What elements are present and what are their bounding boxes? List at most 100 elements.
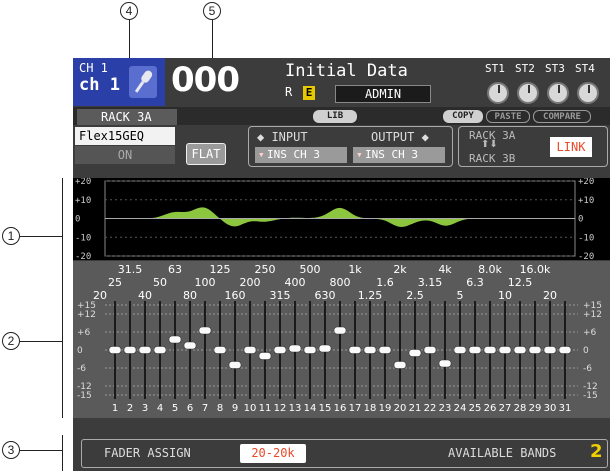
band-number: 3 xyxy=(142,403,148,414)
band-number: 11 xyxy=(259,403,272,414)
band-number: 25 xyxy=(469,403,482,414)
freq-label-row2: 25 xyxy=(108,276,122,289)
scene-title[interactable]: Initial Data xyxy=(285,61,408,81)
freq-label-row3: 40 xyxy=(138,289,152,302)
output-label-text: OUTPUT xyxy=(371,130,415,144)
band-number: 12 xyxy=(274,403,287,414)
fader-y-label-left: +6 xyxy=(77,328,91,338)
fader-knob[interactable] xyxy=(303,346,317,354)
fader-knob[interactable] xyxy=(363,346,377,354)
band-number: 9 xyxy=(232,403,238,414)
band-number: 13 xyxy=(289,403,302,414)
st4-knob[interactable] xyxy=(577,82,599,104)
fader-y-label-right: +6 xyxy=(583,328,597,338)
fader-knob[interactable] xyxy=(468,346,482,354)
compare-button[interactable]: COMPARE xyxy=(533,110,591,123)
library-button[interactable]: LIB xyxy=(313,110,357,123)
fader-knob[interactable] xyxy=(558,346,572,354)
callout-1: 1 xyxy=(2,227,20,245)
freq-label-row2: 3.15 xyxy=(418,276,443,289)
band-number: 28 xyxy=(514,403,527,414)
st2-knob[interactable] xyxy=(517,82,539,104)
user-name[interactable]: ADMIN xyxy=(335,85,431,103)
fader-knob[interactable] xyxy=(288,344,302,353)
band-number: 15 xyxy=(319,403,332,414)
copy-button[interactable]: COPY xyxy=(443,110,483,123)
band-number: 2 xyxy=(127,403,133,414)
band-number: 18 xyxy=(364,403,377,414)
freq-label-row2: 100 xyxy=(195,276,216,289)
flat-button[interactable]: FLAT xyxy=(186,143,226,165)
scene-number[interactable]: 000 xyxy=(171,60,240,100)
input-select[interactable]: INS CH 3 xyxy=(255,147,347,163)
band-number: 22 xyxy=(424,403,437,414)
band-number: 4 xyxy=(157,403,163,414)
tab-rack-3a[interactable]: RACK 3A xyxy=(77,109,177,125)
fader-knob[interactable] xyxy=(153,346,167,354)
freq-label-row3: 630 xyxy=(315,289,336,302)
fader-assign-label: FADER ASSIGN xyxy=(104,446,191,460)
band-number: 6 xyxy=(187,403,193,414)
fader-y-label-right: -6 xyxy=(583,364,592,374)
freq-label-row3: 315 xyxy=(270,289,291,302)
input-label-text: INPUT xyxy=(271,130,308,144)
fader-knob[interactable] xyxy=(213,346,227,354)
channel-select[interactable]: CH 1 ch 1 xyxy=(73,58,165,106)
output-select[interactable]: INS CH 3 xyxy=(353,147,445,163)
input-label: ◆ INPUT xyxy=(257,130,308,144)
fader-y-label-right: +12 xyxy=(583,310,602,320)
insert-io-panel: ◆ INPUT OUTPUT ◆ INS CH 3 INS CH 3 xyxy=(248,126,453,167)
st1-knob[interactable] xyxy=(487,82,509,104)
callout-5: 5 xyxy=(203,2,221,20)
fader-knob[interactable] xyxy=(108,346,122,354)
fader-knob[interactable] xyxy=(228,361,242,369)
fader-knob[interactable] xyxy=(333,326,347,335)
freq-label-row2: 6.3 xyxy=(466,276,484,289)
scene-read-only-flag: R xyxy=(285,85,293,99)
freq-label-row3: 2.5 xyxy=(406,289,424,302)
st3-knob[interactable] xyxy=(547,82,569,104)
fader-assign-bar: FADER ASSIGN 20-20k AVAILABLE BANDS 2 xyxy=(81,439,608,468)
fader-y-label-right: -15 xyxy=(583,391,598,401)
fader-knob[interactable] xyxy=(348,346,362,354)
fader-y-label-left: 0 xyxy=(77,346,83,356)
fader-knob[interactable] xyxy=(168,335,182,344)
freq-label-row2: 800 xyxy=(330,276,351,289)
st3-label: ST3 xyxy=(545,62,565,75)
band-number: 31 xyxy=(559,403,572,414)
graph-y-label-right: +20 xyxy=(578,178,594,187)
fader-knob[interactable] xyxy=(393,361,407,369)
freq-label-row3: 1.25 xyxy=(358,289,383,302)
paste-button[interactable]: PASTE xyxy=(486,110,530,123)
fader-knob[interactable] xyxy=(543,346,557,354)
fader-knob[interactable] xyxy=(243,346,257,354)
fader-knob[interactable] xyxy=(438,359,452,368)
band-numbers: 1 2 3 4 5 6 7 8 9 10 11 12 13 14 15 16 17 18 19 20 21 22 23 24 2… xyxy=(112,403,572,414)
fader-knob[interactable] xyxy=(273,346,287,354)
fader-knob[interactable] xyxy=(123,346,137,354)
fader-knob[interactable] xyxy=(513,346,527,354)
fader-knob[interactable] xyxy=(528,346,542,354)
fader-knob[interactable] xyxy=(258,352,272,360)
freq-label-row3: 80 xyxy=(183,289,197,302)
fader-knob[interactable] xyxy=(198,326,212,335)
fader-knob[interactable] xyxy=(318,344,332,353)
eq-on-button[interactable]: ON xyxy=(75,146,175,164)
graph-y-label-right: -20 xyxy=(578,252,594,260)
fader-knob[interactable] xyxy=(453,346,467,354)
fader-knob[interactable] xyxy=(138,346,152,354)
fader-knob[interactable] xyxy=(498,346,512,354)
fader-knob[interactable] xyxy=(423,346,437,354)
fader-knob[interactable] xyxy=(483,346,497,354)
frequency-labels: 31.5 63 125 250 500 1k 2k 4k 8.0k 16.0k 25 50 100 200… xyxy=(93,263,557,302)
st4-label: ST4 xyxy=(575,62,595,75)
fader-knob[interactable] xyxy=(408,349,422,357)
fader-assign-button[interactable]: 20-20k xyxy=(240,444,306,463)
eq-type: Flex15GEQ xyxy=(75,127,175,145)
fader-knob[interactable] xyxy=(183,341,197,350)
fader-y-label-left: -6 xyxy=(77,364,86,374)
link-button[interactable]: LINK xyxy=(550,137,592,157)
freq-label-row3: 5 xyxy=(457,289,464,302)
freq-label-row2: 50 xyxy=(153,276,167,289)
fader-knob[interactable] xyxy=(378,346,392,354)
